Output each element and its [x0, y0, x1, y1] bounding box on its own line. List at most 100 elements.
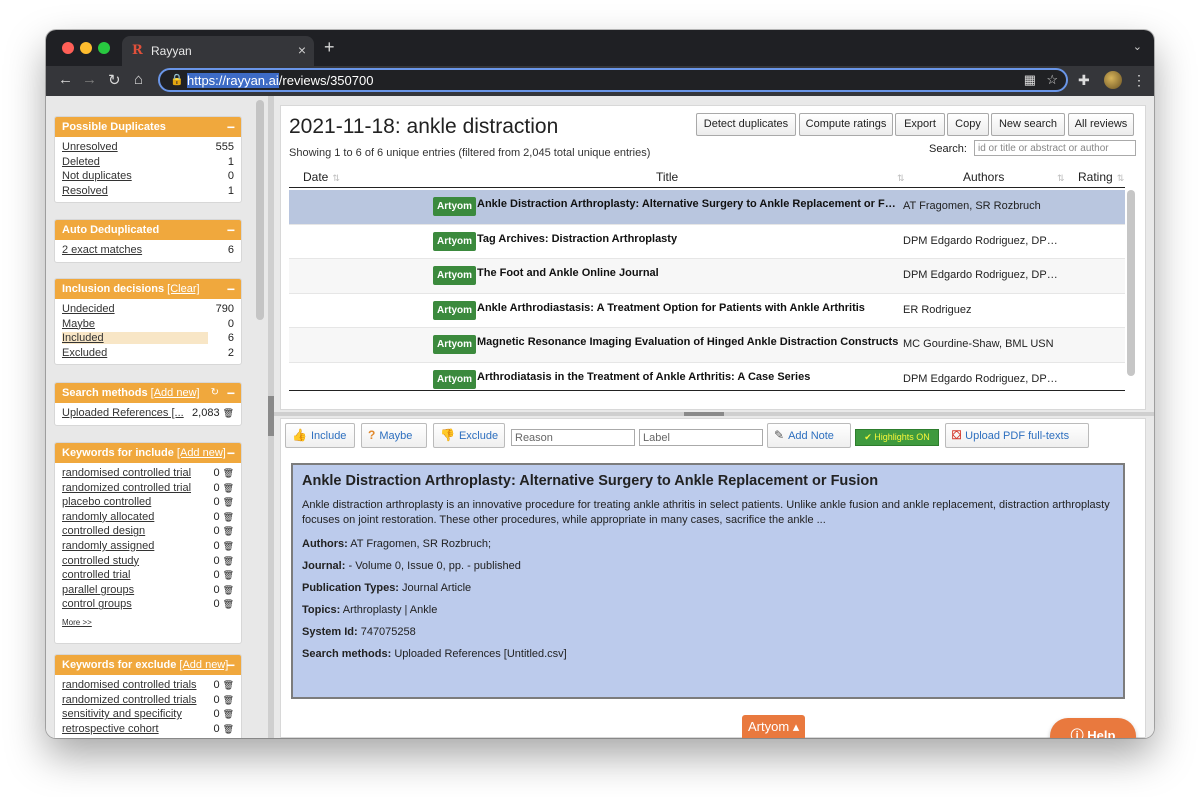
dup-item-unresolved[interactable]: Unresolved 555	[62, 140, 234, 155]
maybe-button[interactable]: ? Maybe	[361, 423, 427, 448]
column-title-sort[interactable]: ⇅	[893, 170, 905, 184]
add-search-method-link[interactable]: [Add new]	[151, 387, 200, 399]
qr-code-icon[interactable]: ▦	[1024, 72, 1036, 88]
sync-icon[interactable]: ↻	[211, 383, 219, 403]
address-bar[interactable]: 🔒 https://rayyan.ai/reviews/350700 ▦ ☆	[158, 68, 1068, 92]
inclusion-excluded[interactable]: Excluded 2	[62, 346, 234, 361]
keyword-include-item[interactable]: controlled trial 0 🗑	[62, 568, 234, 583]
inclusion-undecided[interactable]: Undecided 790	[62, 302, 234, 317]
add-note-button[interactable]: ✎ Add Note	[767, 423, 851, 448]
user-menu[interactable]: Artyom ▴	[742, 715, 806, 738]
trash-icon[interactable]: 🗑	[223, 541, 234, 551]
close-tab-icon[interactable]: ×	[298, 42, 306, 58]
back-arrow-icon[interactable]: ←	[58, 71, 73, 88]
keyword-include-item[interactable]: controlled study 0 🗑	[62, 554, 234, 569]
browser-menu-icon[interactable]: ⋮	[1132, 72, 1146, 89]
column-authors-sort[interactable]: ⇅	[1053, 170, 1065, 184]
table-row[interactable]: Artyom Ankle Distraction Arthroplasty: Al…	[289, 190, 1125, 225]
keyword-exclude-item[interactable]: sensitivity and specificity 0 🗑	[62, 707, 234, 722]
trash-icon[interactable]: 🗑	[223, 709, 234, 719]
trash-icon[interactable]: 🗑	[223, 556, 234, 566]
keyword-include-item[interactable]: randomly assigned 0 🗑	[62, 539, 234, 554]
table-row[interactable]: Artyom Tag Archives: Distraction Arthropl…	[289, 225, 1125, 260]
dup-item-deleted[interactable]: Deleted 1	[62, 155, 234, 170]
row-title[interactable]: Magnetic Resonance Imaging Evaluation of…	[477, 336, 901, 348]
table-row[interactable]: Artyom The Foot and Ankle Online Journal D…	[289, 259, 1125, 294]
label-input[interactable]	[639, 429, 763, 446]
copy-button[interactable]: Copy	[947, 113, 989, 136]
keyword-exclude-item[interactable]: retrospective cohort 0 🗑	[62, 722, 234, 737]
row-title[interactable]: Arthrodiatasis in the Treatment of Ankle…	[477, 371, 901, 383]
reason-input[interactable]	[511, 429, 635, 446]
collapse-icon[interactable]: −	[227, 117, 235, 137]
all-reviews-button[interactable]: All reviews	[1068, 113, 1134, 136]
dup-item-not-duplicates[interactable]: Not duplicates 0	[62, 169, 234, 184]
clear-link[interactable]: [Clear]	[167, 283, 199, 295]
exclude-button[interactable]: 👎 Exclude	[433, 423, 505, 448]
keyword-include-item[interactable]: randomized controlled trial 0 🗑	[62, 481, 234, 496]
sidebar-scrollbar[interactable]	[256, 98, 264, 738]
add-include-keyword-link[interactable]: [Add new]	[177, 447, 226, 459]
detect-duplicates-button[interactable]: Detect duplicates	[696, 113, 796, 136]
help-button[interactable]: ⓘ Help	[1050, 718, 1136, 738]
column-rating[interactable]: Rating ⇅	[1078, 170, 1124, 184]
extensions-puzzle-icon[interactable]: ✚	[1078, 72, 1090, 89]
collapse-icon[interactable]: −	[227, 383, 235, 403]
include-button[interactable]: 👍 Include	[285, 423, 355, 448]
keyword-exclude-item[interactable]: randomised controlled trials 0 🗑	[62, 678, 234, 693]
export-button[interactable]: Export	[895, 113, 945, 136]
inclusion-maybe[interactable]: Maybe 0	[62, 317, 234, 332]
table-row[interactable]: Artyom Arthrodiatasis in the Treatment of…	[289, 363, 1125, 390]
keyword-include-item[interactable]: randomised controlled trial 0 🗑	[62, 466, 234, 481]
search-method-item[interactable]: Uploaded References [... 2,083 🗑	[62, 406, 234, 421]
row-title[interactable]: Ankle Arthrodiastasis: A Treatment Optio…	[477, 302, 901, 314]
row-title[interactable]: The Foot and Ankle Online Journal	[477, 267, 901, 279]
column-authors[interactable]: Authors	[963, 170, 1004, 184]
exact-matches-item[interactable]: 2 exact matches 6	[62, 243, 234, 258]
keyword-include-item[interactable]: controlled design 0 🗑	[62, 524, 234, 539]
tab-search-chevron-icon[interactable]: ⌄	[1133, 40, 1142, 53]
collapse-icon[interactable]: −	[227, 279, 235, 299]
inclusion-included[interactable]: Included 6	[62, 331, 234, 346]
trash-icon[interactable]: 🗑	[223, 570, 234, 580]
dup-item-resolved[interactable]: Resolved 1	[62, 184, 234, 199]
keyword-include-item[interactable]: parallel groups 0 🗑	[62, 583, 234, 598]
trash-icon[interactable]: 🗑	[223, 599, 234, 609]
upload-pdf-button[interactable]: ⛋ Upload PDF full-texts	[945, 423, 1089, 448]
close-window-button[interactable]	[62, 42, 74, 54]
forward-arrow-icon[interactable]: →	[82, 71, 97, 88]
keyword-include-item[interactable]: randomly allocated 0 🗑	[62, 510, 234, 525]
trash-icon[interactable]: 🗑	[223, 585, 234, 595]
column-title[interactable]: Title	[656, 170, 678, 184]
table-row[interactable]: Artyom Ankle Arthrodiastasis: A Treatment…	[289, 294, 1125, 329]
trash-icon[interactable]: 🗑	[223, 497, 234, 507]
column-date[interactable]: Date ⇅	[303, 170, 340, 184]
row-title[interactable]: Tag Archives: Distraction Arthroplasty	[477, 233, 901, 245]
compute-ratings-button[interactable]: Compute ratings	[799, 113, 893, 136]
maximize-window-button[interactable]	[98, 42, 110, 54]
new-tab-icon[interactable]: +	[324, 37, 335, 58]
new-search-button[interactable]: New search	[991, 113, 1065, 136]
trash-icon[interactable]: 🗑	[223, 680, 234, 690]
trash-icon[interactable]: 🗑	[223, 512, 234, 522]
trash-icon[interactable]: 🗑	[223, 526, 234, 536]
more-keywords-link[interactable]: More >>	[62, 618, 234, 627]
minimize-window-button[interactable]	[80, 42, 92, 54]
profile-avatar[interactable]	[1104, 71, 1122, 89]
trash-icon[interactable]: 🗑	[223, 483, 234, 493]
horizontal-splitter[interactable]	[274, 412, 1154, 416]
trash-icon[interactable]: 🗑	[223, 468, 234, 478]
keyword-include-item[interactable]: placebo controlled 0 🗑	[62, 495, 234, 510]
trash-icon[interactable]: 🗑	[223, 695, 234, 705]
search-input[interactable]	[974, 140, 1136, 156]
collapse-icon[interactable]: −	[227, 655, 235, 675]
table-row[interactable]: Artyom Magnetic Resonance Imaging Evaluat…	[289, 328, 1125, 363]
collapse-icon[interactable]: −	[227, 220, 235, 240]
browser-tab[interactable]: R Rayyan ×	[122, 36, 314, 66]
highlights-toggle[interactable]: ✔ Highlights ON	[855, 429, 939, 446]
collapse-icon[interactable]: −	[227, 443, 235, 463]
table-scrollbar[interactable]	[1127, 190, 1135, 390]
bookmark-star-icon[interactable]: ☆	[1046, 72, 1058, 88]
home-icon[interactable]: ⌂	[134, 71, 143, 88]
trash-icon[interactable]: 🗑	[223, 408, 234, 418]
